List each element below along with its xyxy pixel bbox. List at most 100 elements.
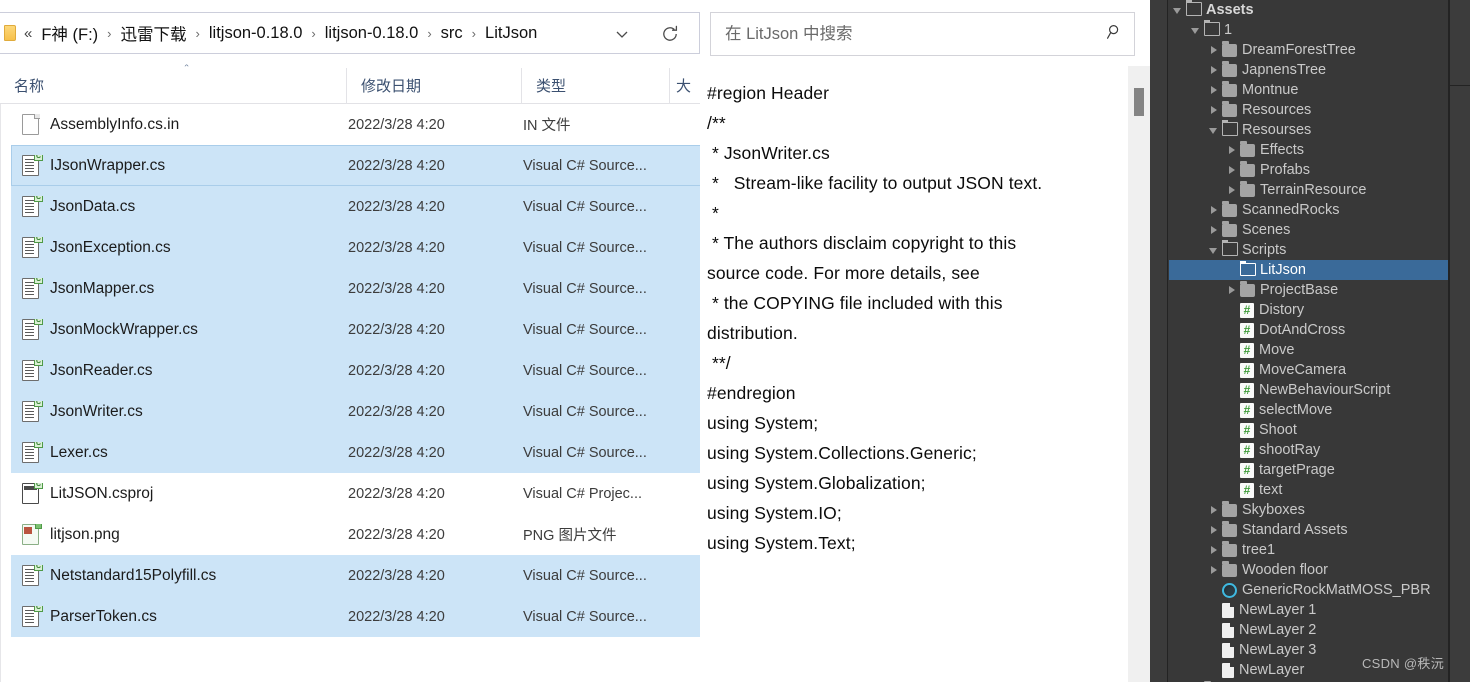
unity-tree-row[interactable]: Effects (1169, 140, 1450, 160)
breadcrumb-item-3[interactable]: litjson-0.18.0 (325, 24, 419, 43)
chevron-right-icon[interactable] (1207, 43, 1221, 57)
search-box[interactable] (710, 12, 1135, 56)
csharp-script-icon (1240, 422, 1254, 438)
unity-tree-row[interactable]: shootRay (1169, 440, 1450, 460)
breadcrumb-item-0[interactable]: F神 (F:) (41, 21, 98, 45)
unity-tree-row[interactable]: Montnue (1169, 80, 1450, 100)
chevron-right-icon[interactable] (1207, 223, 1221, 237)
explorer-vertical-scrollbar[interactable] (1128, 66, 1150, 682)
unity-tree-row[interactable]: MoveCamera (1169, 360, 1450, 380)
unity-tree-row[interactable]: ScannedRocks (1169, 200, 1450, 220)
chevron-down-icon[interactable] (1207, 243, 1221, 257)
preview-line: /** (707, 113, 726, 133)
chevron-down-icon[interactable] (609, 21, 635, 47)
chevron-down-icon[interactable] (1189, 23, 1203, 37)
unity-tree-row[interactable]: ProjectBase (1169, 280, 1450, 300)
file-row[interactable]: C JsonWriter.cs 2022/3/28 4:20 Visual C# So… (11, 391, 700, 432)
chevron-right-icon[interactable] (1225, 163, 1239, 177)
unity-tree-row[interactable]: Shoot (1169, 420, 1450, 440)
unity-tree-row[interactable]: Profabs (1169, 160, 1450, 180)
unity-tree-row[interactable]: text (1169, 480, 1450, 500)
unity-tree-row[interactable]: Standard Assets (1169, 520, 1450, 540)
unity-tree-row[interactable]: NewBehaviourScript (1169, 380, 1450, 400)
chevron-right-icon[interactable] (1207, 103, 1221, 117)
file-row[interactable]: litjson.png 2022/3/28 4:20 PNG 图片文件 (11, 514, 700, 555)
unity-tree-row[interactable]: DotAndCross (1169, 320, 1450, 340)
column-header-size[interactable]: 大 (669, 67, 700, 104)
search-input[interactable] (725, 24, 1100, 44)
chevron-right-icon[interactable] (1225, 183, 1239, 197)
unity-tree-row[interactable]: tree1 (1169, 540, 1450, 560)
file-row[interactable]: C IJsonWrapper.cs 2022/3/28 4:20 Visual C# … (11, 145, 700, 186)
file-row[interactable]: C LitJSON.csproj 2022/3/28 4:20 Visual C# P… (11, 473, 700, 514)
chevron-right-icon[interactable] (1207, 63, 1221, 77)
preview-line: distribution. (707, 323, 798, 343)
unity-tree-row[interactable]: targetPrage (1169, 460, 1450, 480)
chevron-right-icon[interactable] (1225, 143, 1239, 157)
refresh-icon[interactable] (657, 21, 683, 47)
unity-tree-row[interactable]: GenericRockMatMOSS_PBR (1169, 580, 1450, 600)
chevron-right-icon[interactable] (1207, 563, 1221, 577)
chevron-down-icon[interactable] (1207, 123, 1221, 137)
breadcrumb-separator: › (427, 25, 432, 41)
breadcrumb-item-5[interactable]: LitJson (485, 24, 537, 43)
unity-tree-row[interactable]: Skyboxes (1169, 500, 1450, 520)
csharp-file-icon: C (22, 319, 43, 340)
unity-tree-row[interactable]: DreamForestTree (1169, 40, 1450, 60)
chevron-right-icon[interactable] (1207, 203, 1221, 217)
folder-open-icon (1186, 0, 1202, 17)
file-row[interactable]: AssemblyInfo.cs.in 2022/3/28 4:20 IN 文件 (11, 104, 700, 145)
unity-tree-row[interactable]: 1 (1169, 19, 1450, 40)
unity-tree-label: Assets (1206, 2, 1254, 18)
column-header-type[interactable]: 类型 (521, 67, 669, 104)
chevron-right-icon[interactable] (1207, 503, 1221, 517)
unity-tree-row[interactable]: Wooden floor (1169, 560, 1450, 580)
unity-tree-row[interactable]: TerrainResource (1169, 180, 1450, 200)
file-row[interactable]: C JsonReader.cs 2022/3/28 4:20 Visual C# So… (11, 350, 700, 391)
file-date-cell: 2022/3/28 4:20 (348, 321, 445, 338)
file-row[interactable]: C ParserToken.cs 2022/3/28 4:20 Visual C# S… (11, 596, 700, 637)
chevron-right-icon[interactable] (1207, 543, 1221, 557)
unity-tree-row[interactable]: selectMove (1169, 400, 1450, 420)
csharp-script-icon (1240, 382, 1254, 398)
scrollbar-thumb[interactable] (1134, 88, 1144, 116)
unity-tree-row[interactable]: Scripts (1169, 239, 1450, 260)
unity-panel-corner-bottom (1450, 86, 1470, 682)
breadcrumb-item-2[interactable]: litjson-0.18.0 (209, 24, 303, 43)
unity-tree-row[interactable]: Scenes (1169, 220, 1450, 240)
unity-tree-row[interactable]: LitJson (1169, 260, 1450, 280)
breadcrumb-overflow-icon[interactable]: « (24, 25, 32, 42)
chevron-down-icon[interactable] (1171, 3, 1185, 17)
file-row[interactable]: C Lexer.cs 2022/3/28 4:20 Visual C# Source.… (11, 432, 700, 473)
preview-line: using System.IO; (707, 503, 842, 523)
file-type-cell: Visual C# Source... (523, 198, 647, 215)
address-bar[interactable]: « F神 (F:) › 迅雷下载 › litjson-0.18.0 › litj… (0, 12, 700, 54)
file-row[interactable]: C JsonException.cs 2022/3/28 4:20 Visual C#… (11, 227, 700, 268)
column-header-name[interactable]: 名称 ＾ (0, 65, 346, 104)
unity-tree-row[interactable]: JapnensTree (1169, 60, 1450, 80)
breadcrumb-item-1[interactable]: 迅雷下载 (121, 21, 187, 45)
unity-asset-tree[interactable]: Assets 1 DreamForestTree JapnensTree Montnue… (1169, 0, 1450, 682)
breadcrumb-item-4[interactable]: src (441, 24, 463, 43)
unity-tree-row[interactable]: Resources (1169, 100, 1450, 120)
unity-tree-row[interactable]: NewLayer 1 (1169, 600, 1450, 620)
chevron-right-icon[interactable] (1225, 283, 1239, 297)
file-row[interactable]: C JsonMockWrapper.cs 2022/3/28 4:20 Visual … (11, 309, 700, 350)
unity-tree-row[interactable]: Distory (1169, 300, 1450, 320)
chevron-right-icon[interactable] (1207, 523, 1221, 537)
file-row[interactable]: C JsonData.cs 2022/3/28 4:20 Visual C# Sour… (11, 186, 700, 227)
search-icon[interactable] (1106, 23, 1124, 46)
unity-tree-row[interactable]: NewLayer 2 (1169, 620, 1450, 640)
file-list[interactable]: AssemblyInfo.cs.in 2022/3/28 4:20 IN 文件 C IJ… (0, 104, 700, 682)
unity-tree-row[interactable]: Assets (1169, 0, 1450, 20)
chevron-right-icon[interactable] (1207, 83, 1221, 97)
unity-tree-row[interactable]: Resourses (1169, 119, 1450, 140)
unity-tree-row[interactable]: Move (1169, 340, 1450, 360)
file-row[interactable]: C JsonMapper.cs 2022/3/28 4:20 Visual C# So… (11, 268, 700, 309)
column-header-date[interactable]: 修改日期 (346, 67, 521, 104)
file-row[interactable]: C Netstandard15Polyfill.cs 2022/3/28 4:20 V… (11, 555, 700, 596)
